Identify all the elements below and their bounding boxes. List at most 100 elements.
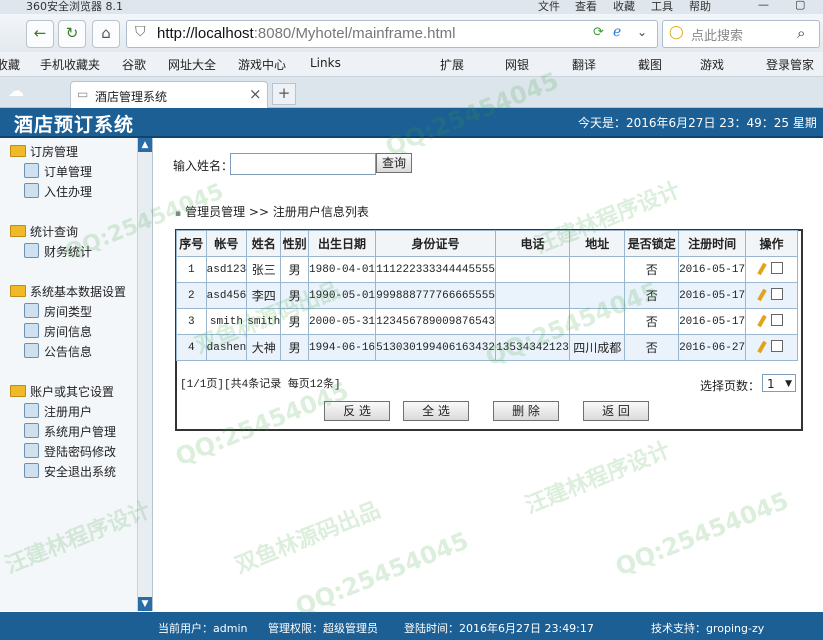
row-checkbox[interactable] [771, 262, 784, 274]
sidebar-item-system-users[interactable]: 系统用户管理 [24, 423, 116, 440]
search-icon[interactable]: ⌕ [797, 24, 805, 42]
folder-icon [10, 385, 26, 397]
cell: 2016-05-17 [678, 282, 747, 309]
edit-icon[interactable] [757, 340, 767, 354]
sidebar-item-checkin[interactable]: 入住办理 [24, 183, 92, 200]
home-icon[interactable]: ⌂ [92, 20, 120, 48]
menu-view[interactable]: 查看 [575, 0, 597, 14]
table-row: 4 dashen 大神 男 1994-06-16 513030199406163… [176, 334, 798, 361]
tab-hotel-system[interactable]: ▭ 酒店管理系统 × [70, 81, 268, 108]
select-all-button[interactable]: 全 选 [403, 401, 469, 421]
restore-icon[interactable]: ▢ [795, 0, 805, 11]
sidebar-item-room-types[interactable]: 房间类型 [24, 303, 92, 320]
sidebar-group-booking[interactable]: 订房管理 [10, 143, 78, 160]
sidebar-group-account[interactable]: 账户或其它设置 [10, 383, 114, 400]
folder-icon [10, 225, 26, 237]
app-title: 酒店预订系统 [14, 114, 135, 136]
sidebar-item-orders[interactable]: 订单管理 [24, 163, 92, 180]
cell [495, 256, 570, 283]
cell: 1980-04-01 [308, 256, 377, 283]
close-tab-icon[interactable]: × [249, 85, 262, 103]
sidebar-group-basic-data[interactable]: 系统基本数据设置 [10, 283, 126, 300]
toolbar-login-manager[interactable]: 登录管家 [766, 56, 814, 73]
cell: 3 [176, 308, 207, 335]
cell [495, 308, 570, 335]
cell: 13534342123 [495, 334, 570, 361]
query-button[interactable]: 查询 [376, 153, 412, 173]
row-actions [745, 256, 798, 283]
back-icon[interactable]: ← [26, 20, 54, 48]
toolbar-games[interactable]: 游戏 [700, 56, 724, 73]
refresh-icon[interactable]: ↻ [58, 20, 86, 48]
bookmark-directory[interactable]: 网址大全 [168, 56, 216, 73]
scroll-down-icon[interactable]: ▼ [138, 597, 152, 611]
folder-icon [10, 285, 26, 297]
minimize-icon[interactable]: — [758, 0, 769, 11]
cell: asd456 [205, 282, 248, 309]
scroll-up-icon[interactable]: ▲ [138, 138, 152, 152]
reload-page-icon[interactable]: ⟳ [593, 25, 604, 40]
bookmark-games[interactable]: 游戏中心 [238, 56, 286, 73]
name-search-input[interactable] [230, 153, 376, 175]
menu-tools[interactable]: 工具 [651, 0, 673, 14]
toolbar-screenshot[interactable]: 截图 [638, 56, 662, 73]
sidebar-item-finance[interactable]: 财务统计 [24, 243, 92, 260]
row-checkbox[interactable] [771, 314, 784, 326]
search-box[interactable]: ◯ 点此搜索 ⌕ [662, 20, 820, 48]
cell: 2016-06-27 [678, 334, 747, 361]
page-select-label: 选择页数： [700, 379, 761, 393]
back-button[interactable]: 返 回 [583, 401, 649, 421]
sidebar-item-label: 公告信息 [44, 345, 93, 359]
cell: 4 [176, 334, 207, 361]
sidebar-item-change-password[interactable]: 登陆密码修改 [24, 443, 116, 460]
cloud-icon[interactable]: ☁ [8, 81, 24, 100]
cell: 否 [624, 282, 680, 309]
table-row: 3 smith smith 男 2000-05-31 1234567890098… [176, 308, 798, 335]
sidebar-scrollbar[interactable]: ▲ ▼ [137, 138, 152, 611]
sidebar-group-stats[interactable]: 统计查询 [10, 223, 78, 240]
invert-selection-button[interactable]: 反 选 [324, 401, 390, 421]
sidebar-item-label: 系统用户管理 [44, 425, 117, 439]
folder-icon [10, 145, 26, 157]
page-select[interactable]: 1 ▼ [762, 374, 796, 392]
col-header: 注册时间 [678, 230, 747, 257]
toolbar-extensions[interactable]: 扩展 [440, 56, 464, 73]
sidebar-item-registered-users[interactable]: 注册用户 [24, 403, 92, 420]
checkin-icon [24, 183, 39, 198]
bookmark-favorites[interactable]: 收藏 [0, 56, 20, 73]
address-bar[interactable]: ⛉ http://localhost:8080/Myhotel/mainfram… [126, 20, 658, 48]
sidebar-item-notices[interactable]: 公告信息 [24, 343, 92, 360]
bookmark-links[interactable]: Links [310, 56, 341, 70]
edit-icon[interactable] [757, 262, 767, 276]
cell: 2016-05-17 [678, 256, 747, 283]
bookmark-mobile[interactable]: 手机收藏夹 [40, 56, 100, 73]
toolbar-translate[interactable]: 翻译 [572, 56, 596, 73]
chevron-down-icon[interactable]: ⌄ [637, 25, 647, 39]
sidebar-item-room-info[interactable]: 房间信息 [24, 323, 92, 340]
cell: 否 [624, 256, 680, 283]
sidebar-item-logout[interactable]: 安全退出系统 [24, 463, 116, 480]
ie-mode-icon[interactable]: ℯ [613, 24, 621, 40]
edit-icon[interactable] [757, 314, 767, 328]
sidebar-item-label: 房间类型 [44, 305, 93, 319]
col-header: 姓名 [246, 230, 282, 257]
col-header: 操作 [745, 230, 798, 257]
edit-icon[interactable] [757, 288, 767, 302]
menu-favorites[interactable]: 收藏 [613, 0, 635, 14]
cell: 男 [280, 282, 310, 309]
current-date: 今天是：2016年6月27日 23：49：25 星期一 [578, 116, 817, 147]
row-checkbox[interactable] [771, 340, 784, 352]
sidebar-item-label: 登陆密码修改 [44, 445, 117, 459]
row-checkbox[interactable] [771, 288, 784, 300]
delete-button[interactable]: 删 除 [493, 401, 559, 421]
sidebar-item-label: 安全退出系统 [44, 465, 117, 479]
menu-help[interactable]: 帮助 [689, 0, 711, 14]
cell: 男 [280, 308, 310, 335]
user-table: 序号 帐号 姓名 性别 出生日期 身份证号 电话 地址 是否锁定 注册时间 操作… [176, 230, 798, 361]
toolbar-bank[interactable]: 网银 [505, 56, 529, 73]
menu-file[interactable]: 文件 [538, 0, 560, 14]
cell: 111222333344445555 [375, 256, 497, 283]
new-tab-button[interactable]: + [272, 83, 296, 105]
tech-support: 技术支持：groping-zy [651, 622, 765, 635]
bookmark-google[interactable]: 谷歌 [122, 56, 146, 73]
